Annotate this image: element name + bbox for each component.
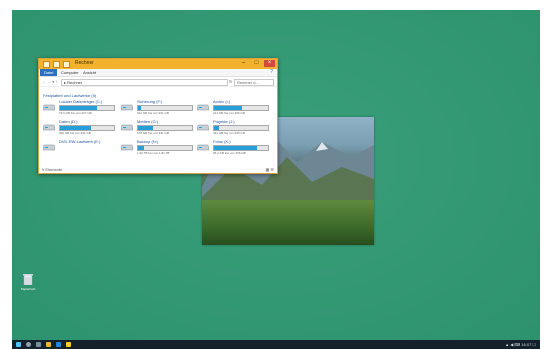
drive-size: 73,6 GB frei von 237 GB <box>59 111 92 115</box>
drive-item[interactable]: Projekte (J:) 421 GB frei von 465 GB <box>197 119 269 137</box>
task-view-icon[interactable] <box>36 342 41 347</box>
search-icon[interactable] <box>26 342 31 347</box>
hard-drive-icon <box>121 144 133 151</box>
recycle-bin-label: Papierkorb <box>20 287 36 291</box>
help-icon[interactable]: ? <box>270 69 273 75</box>
hard-drive-icon <box>43 104 55 111</box>
drive-usage-fill <box>214 126 219 130</box>
drive-name: Sicherung (F:) <box>137 99 163 104</box>
navigation-buttons[interactable]: ← → ▾ ↑ <box>42 79 57 84</box>
hard-drive-icon <box>43 124 55 131</box>
hard-drive-icon <box>121 104 133 111</box>
ribbon-tabs: Datei Computer Ansicht ? <box>39 69 277 77</box>
start-icon[interactable] <box>16 342 21 347</box>
minimize-button[interactable]: – <box>238 60 249 67</box>
drive-name: Medien (G:) <box>137 119 159 124</box>
dvd-drive-icon <box>43 144 55 151</box>
drive-size: 912 GB frei von 931 GB <box>137 111 169 115</box>
section-header[interactable]: Festplatten und Laufwerke (9) <box>43 93 96 98</box>
window-title: Rechner <box>75 60 94 66</box>
recycle-bin-icon <box>23 274 33 285</box>
drive-usage-fill <box>138 126 153 130</box>
drive-name: Lokaler Datenträger (C:) <box>59 99 103 104</box>
browser-icon[interactable] <box>56 342 61 347</box>
drive-usage-fill <box>138 146 145 150</box>
drive-item[interactable]: Sicherung (F:) 912 GB frei von 931 GB <box>121 99 193 117</box>
drive-size: 95,2 GB frei von 465 GB <box>213 151 246 155</box>
drive-item[interactable]: Fotos (K:) 95,2 GB frei von 465 GB <box>197 139 269 157</box>
drive-name: Archiv (I:) <box>213 99 231 104</box>
search-input[interactable]: Rechner d... <box>234 79 274 86</box>
screen: Rechner – □ × Datei Computer Ansicht ? ←… <box>0 0 552 349</box>
new-folder-icon[interactable] <box>63 61 70 68</box>
taskbar: ▲ ◀ ⌨ 16:07 ☐ <box>12 340 540 349</box>
drive-name: Daten (D:) <box>59 119 78 124</box>
drive-usage-fill <box>60 126 92 130</box>
maximize-button[interactable]: □ <box>251 60 262 67</box>
properties-icon[interactable] <box>53 61 60 68</box>
tab-file[interactable]: Datei <box>40 69 58 76</box>
window-controls: – □ × <box>238 60 275 67</box>
drive-item[interactable]: Archiv (I:) 221 GB frei von 465 GB <box>197 99 269 117</box>
desktop[interactable]: Rechner – □ × Datei Computer Ansicht ? ←… <box>12 10 540 340</box>
drive-size: 392 GB frei von 931 GB <box>59 131 91 135</box>
tab-view[interactable]: Ansicht <box>83 70 96 75</box>
drive-item[interactable]: Medien (G:) 678 GB frei von 931 GB <box>121 119 193 137</box>
hard-drive-icon <box>121 124 133 131</box>
view-mode-icons[interactable]: ▦ ☰ <box>266 167 274 172</box>
drive-usage-fill <box>214 106 243 110</box>
quick-access-toolbar <box>43 61 70 68</box>
folder-icon[interactable] <box>43 61 50 68</box>
address-row: ← → ▾ ↑ ▸ Rechner ↻ Rechner d... <box>39 77 277 87</box>
system-tray[interactable]: ▲ ◀ ⌨ 16:07 ☐ <box>505 342 536 347</box>
file-explorer-window[interactable]: Rechner – □ × Datei Computer Ansicht ? ←… <box>38 58 278 174</box>
recycle-bin[interactable]: Papierkorb <box>17 273 39 301</box>
explorer-icon[interactable] <box>46 342 51 347</box>
refresh-icon[interactable]: ↻ <box>229 79 232 84</box>
drive-item[interactable]: Daten (D:) 392 GB frei von 931 GB <box>43 119 115 137</box>
drive-item[interactable]: DVD-RW-Laufwerk (E:) <box>43 139 113 157</box>
drive-size: 678 GB frei von 931 GB <box>137 131 169 135</box>
drive-size: 421 GB frei von 465 GB <box>213 131 245 135</box>
drive-item[interactable]: Backup (H:) 1,60 TB frei von 1,81 TB <box>121 139 193 157</box>
drive-name: Projekte (J:) <box>213 119 235 124</box>
folder-icon[interactable] <box>66 342 71 347</box>
drive-name: Backup (H:) <box>137 139 159 144</box>
drive-size: 221 GB frei von 465 GB <box>213 111 245 115</box>
address-bar[interactable]: ▸ Rechner <box>61 79 228 86</box>
title-bar[interactable]: Rechner – □ × <box>39 59 277 69</box>
close-button[interactable]: × <box>264 60 275 67</box>
drive-name: Fotos (K:) <box>213 139 231 144</box>
drive-usage-fill <box>60 106 98 110</box>
hard-drive-icon <box>197 124 209 131</box>
drive-usage-fill <box>138 106 142 110</box>
drive-usage-fill <box>214 146 258 150</box>
hard-drive-icon <box>197 144 209 151</box>
drive-item[interactable]: Lokaler Datenträger (C:) 73,6 GB frei von… <box>43 99 115 117</box>
drive-size: 1,60 TB frei von 1,81 TB <box>137 151 170 155</box>
status-bar-count: 9 Elemente <box>42 167 63 172</box>
drive-name: DVD-RW-Laufwerk (E:) <box>59 139 101 144</box>
hard-drive-icon <box>197 104 209 111</box>
tab-computer[interactable]: Computer <box>61 70 79 75</box>
photo-foreground <box>202 200 374 245</box>
